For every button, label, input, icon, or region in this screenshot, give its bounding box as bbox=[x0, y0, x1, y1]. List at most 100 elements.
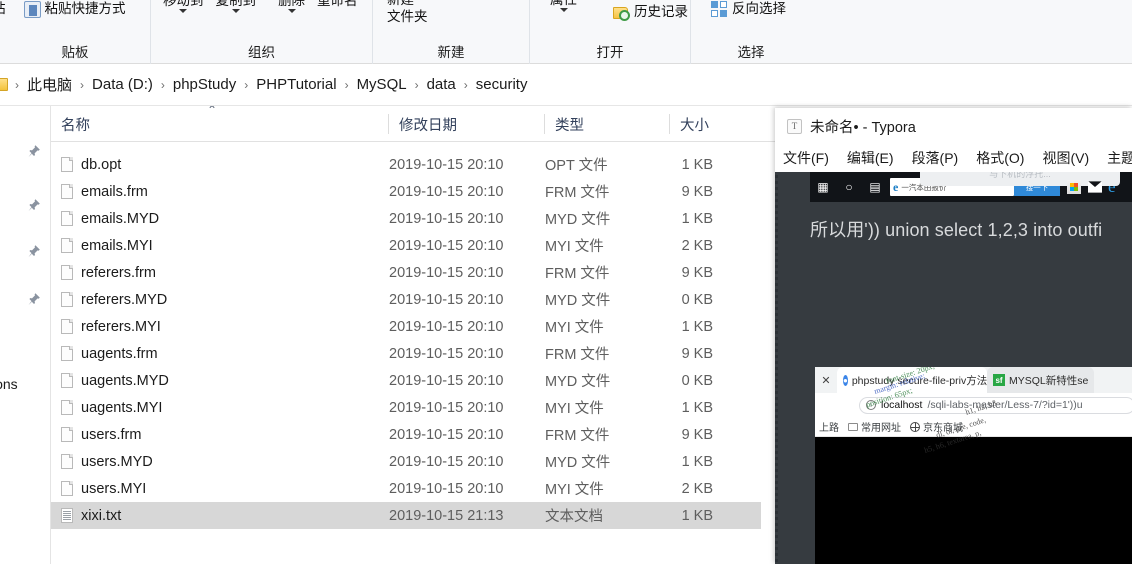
ribbon-button-rename[interactable]: 重命名 bbox=[311, 0, 364, 9]
ribbon-group-new: 新建 文件夹 新建 bbox=[373, 0, 530, 64]
breadcrumb-item-0[interactable]: 此电脑 bbox=[24, 74, 75, 95]
ribbon-button-paste-shortcut[interactable]: 粘贴快捷方式 bbox=[18, 0, 132, 18]
file-date: 2019-10-15 20:10 bbox=[389, 399, 504, 416]
browser-tab-1[interactable]: sf MYSQL新特性se bbox=[987, 367, 1095, 393]
browser-url-bar[interactable]: i localhost/sqli-labs-master/Less-7/?id=… bbox=[815, 393, 1132, 417]
file-size: 1 KB bbox=[681, 507, 713, 524]
navigation-item-truncated-label[interactable]: ions bbox=[0, 376, 18, 392]
mail-icon[interactable] bbox=[1088, 181, 1102, 193]
text-file-icon bbox=[61, 508, 73, 523]
ribbon-button-copy-to[interactable]: 复制到 bbox=[210, 0, 263, 13]
breadcrumb-item-2[interactable]: phpStudy bbox=[170, 76, 239, 93]
cortana-circle-icon[interactable]: ○ bbox=[836, 180, 862, 194]
bookmark-0[interactable]: 上路 bbox=[819, 419, 839, 434]
ribbon-button-history[interactable]: 历史记录 bbox=[607, 3, 694, 21]
bookmark-1[interactable]: 常用网址 bbox=[848, 419, 901, 434]
windows-start-icon[interactable]: ▦ bbox=[810, 180, 836, 194]
column-header-name-label: 名称 bbox=[61, 117, 90, 134]
menu-item-edit[interactable]: 编辑(E) bbox=[847, 148, 894, 168]
breadcrumb-separator: › bbox=[244, 77, 249, 92]
column-header-type[interactable]: 类型 bbox=[545, 106, 670, 142]
typora-app-icon: T bbox=[787, 118, 802, 134]
menu-item-view[interactable]: 视图(V) bbox=[1042, 148, 1089, 168]
file-size: 2 KB bbox=[681, 237, 713, 254]
file-name-cell: users.MYI bbox=[61, 481, 146, 497]
file-size: 1 KB bbox=[681, 210, 713, 227]
file-name-cell: referers.MYI bbox=[61, 319, 161, 335]
menu-item-format[interactable]: 格式(O) bbox=[976, 148, 1024, 168]
ribbon-button-properties-label: 属性 bbox=[550, 0, 577, 8]
breadcrumb-item-1[interactable]: Data (D:) bbox=[89, 76, 156, 93]
ribbon-button-invert-selection-label: 反向选择 bbox=[732, 1, 786, 16]
ribbon-button-paste-shortcut-label: 粘贴快捷方式 bbox=[44, 1, 126, 16]
ribbon-button-properties[interactable]: 属性 bbox=[544, 0, 583, 12]
browser-tab-0[interactable]: ● phpstudy secure-file-priv方法 ✕ bbox=[837, 367, 987, 393]
ribbon-button-new-folder-label-1: 新建 bbox=[387, 0, 428, 8]
ribbon-button-new-folder[interactable]: 新建 文件夹 bbox=[381, 0, 434, 25]
close-icon[interactable]: ✕ bbox=[815, 374, 837, 387]
ribbon-group-label-clipboard: 贴板 bbox=[61, 45, 89, 60]
file-size: 1 KB bbox=[681, 156, 713, 173]
file-size: 1 KB bbox=[681, 318, 713, 335]
ribbon-button-delete[interactable]: 删除 bbox=[272, 0, 311, 13]
file-name-cell: xixi.txt bbox=[61, 508, 121, 524]
menu-item-theme[interactable]: 主题 bbox=[1107, 148, 1132, 168]
column-header-date[interactable]: 修改日期 bbox=[389, 106, 545, 142]
navigation-pane: ions bbox=[0, 106, 51, 564]
file-icon bbox=[61, 265, 73, 280]
address-bar[interactable]: › 此电脑 › Data (D:) › phpStudy › PHPTutori… bbox=[0, 64, 1132, 106]
ribbon-button-move-to[interactable]: 移动到 bbox=[157, 0, 210, 13]
breadcrumb-item-6[interactable]: security bbox=[473, 76, 531, 93]
browser-tab-1-title: MYSQL新特性se bbox=[1009, 374, 1089, 387]
pin-icon[interactable] bbox=[27, 198, 41, 212]
menu-item-file[interactable]: 文件(F) bbox=[783, 148, 829, 168]
typora-document-text: 所以用')) union select 1,2,3 into outfi bbox=[810, 220, 1103, 240]
bookmark-2[interactable]: 京东商城 bbox=[910, 419, 963, 434]
file-type: OPT 文件 bbox=[545, 158, 608, 174]
file-date: 2019-10-15 20:10 bbox=[389, 183, 504, 200]
info-circle-icon[interactable]: i bbox=[866, 400, 876, 410]
task-view-icon[interactable]: ▤ bbox=[862, 180, 888, 194]
ribbon-button-rename-label: 重命名 bbox=[317, 0, 358, 8]
file-type: MYI 文件 bbox=[545, 482, 604, 498]
file-icon bbox=[61, 346, 73, 361]
folder-icon bbox=[0, 78, 8, 91]
breadcrumb-item-3[interactable]: PHPTutorial bbox=[253, 76, 339, 93]
pin-icon[interactable] bbox=[27, 144, 41, 158]
ribbon-button-paste-label: 粘 bbox=[0, 0, 6, 17]
file-type: FRM 文件 bbox=[545, 347, 610, 363]
bookmark-0-label: 上路 bbox=[819, 423, 839, 434]
column-header-date-label: 修改日期 bbox=[399, 117, 457, 134]
pin-icon[interactable] bbox=[27, 244, 41, 258]
file-type: MYD 文件 bbox=[545, 374, 611, 390]
file-type: MYI 文件 bbox=[545, 401, 604, 417]
file-size: 0 KB bbox=[681, 291, 713, 308]
file-date: 2019-10-15 20:10 bbox=[389, 372, 504, 389]
microsoft-store-icon[interactable] bbox=[1067, 180, 1081, 194]
pin-icon[interactable] bbox=[27, 292, 41, 306]
column-header-name[interactable]: ⌃ 名称 bbox=[51, 106, 389, 142]
baidu-paw-icon: ● bbox=[843, 374, 848, 386]
url-input[interactable]: i localhost/sqli-labs-master/Less-7/?id=… bbox=[859, 396, 1132, 414]
breadcrumb-item-5[interactable]: data bbox=[424, 76, 459, 93]
ribbon-group-label-new: 新建 bbox=[437, 45, 465, 60]
ribbon-button-invert-selection[interactable]: 反向选择 bbox=[705, 0, 792, 18]
window-edge-decoration bbox=[775, 172, 778, 564]
chevron-down-icon bbox=[179, 9, 188, 13]
column-header-size[interactable]: 大小 bbox=[670, 106, 790, 142]
typora-title-bar[interactable]: T 未命名• - Typora bbox=[775, 108, 1132, 144]
typora-document-body[interactable]: 与下机的浮托... ▦ ○ ▤ e 一汽本田报价 搜一下 e 所以用')) un… bbox=[775, 172, 1132, 564]
typora-window[interactable]: T 未命名• - Typora 文件(F) 编辑(E) 段落(P) 格式(O) … bbox=[775, 108, 1132, 564]
file-name-cell: emails.MYI bbox=[61, 238, 153, 254]
sort-ascending-icon: ⌃ bbox=[207, 106, 218, 117]
file-size: 0 KB bbox=[681, 372, 713, 389]
menu-item-paragraph[interactable]: 段落(P) bbox=[912, 148, 959, 168]
file-date: 2019-10-15 21:13 bbox=[389, 507, 504, 524]
table-row-selected[interactable]: xixi.txt 2019-10-15 21:13 文本文档 1 KB bbox=[51, 502, 761, 529]
file-icon bbox=[61, 238, 73, 253]
breadcrumb-item-4[interactable]: MySQL bbox=[354, 76, 410, 93]
ribbon-button-paste[interactable]: 粘 bbox=[0, 0, 12, 17]
browser-bookmarks-bar: 上路 常用网址 京东商城 bbox=[815, 417, 1132, 437]
chevron-down-icon bbox=[559, 8, 568, 12]
file-type: FRM 文件 bbox=[545, 266, 610, 282]
